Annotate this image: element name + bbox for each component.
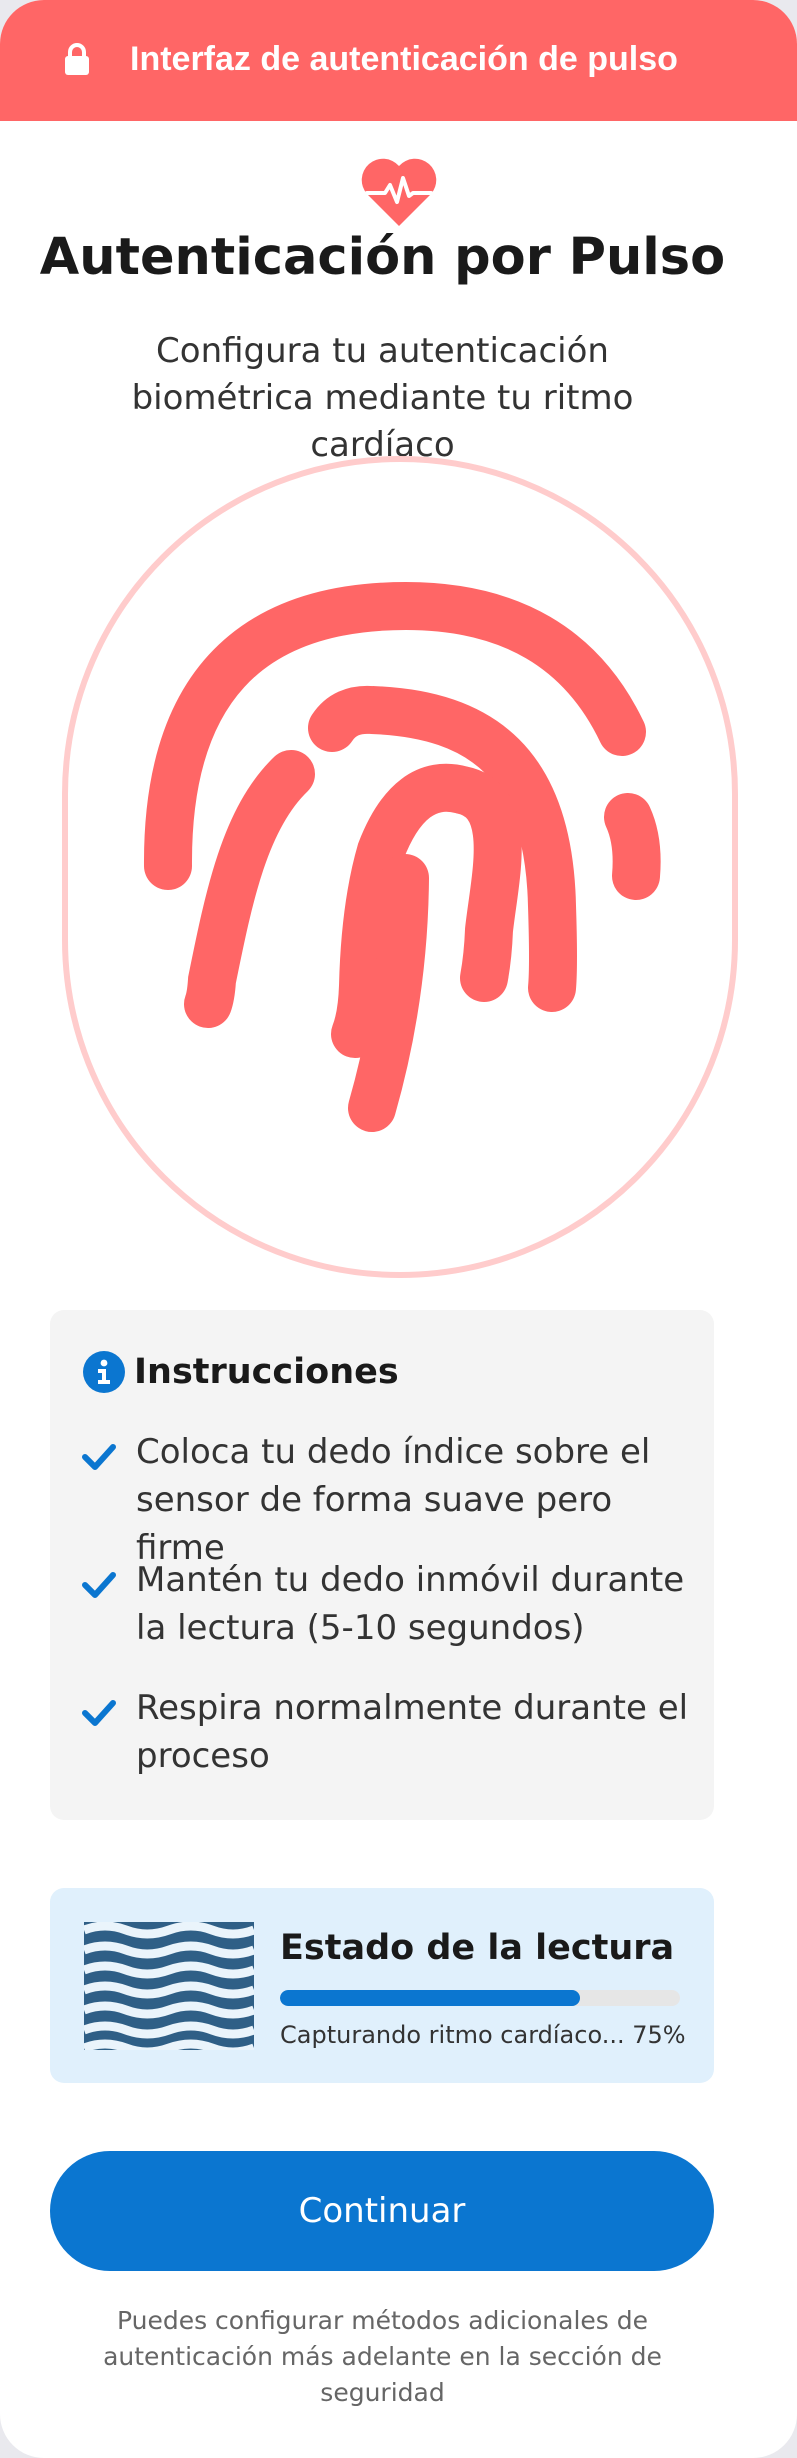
pulse-wave-thumbnail — [84, 1922, 254, 2050]
progress-caption: Capturando ritmo cardíaco... 75% — [280, 2021, 686, 2049]
instructions-card: Instrucciones Coloca tu dedo índice sobr… — [50, 1310, 714, 1820]
instruction-text: Mantén tu dedo inmóvil durante la lectur… — [136, 1560, 685, 1648]
info-icon — [83, 1351, 125, 1393]
app-screen: Interfaz de autenticación de pulso Auten… — [0, 0, 797, 2458]
page-title: Autenticación por Pulso — [39, 228, 726, 287]
header-bar: Interfaz de autenticación de pulso — [0, 0, 797, 121]
reading-status-card: Estado de la lectura Capturando ritmo ca… — [50, 1888, 714, 2083]
instruction-text: Respira normalmente durante el proceso — [136, 1688, 689, 1776]
progress-bar — [280, 1990, 680, 2006]
instructions-title: Instrucciones — [134, 1352, 399, 1392]
status-title: Estado de la lectura — [280, 1928, 675, 1968]
instruction-text: Coloca tu dedo índice sobre el sensor de… — [136, 1432, 651, 1568]
lock-icon — [65, 43, 89, 75]
fingerprint-icon — [143, 581, 661, 1132]
check-icon — [82, 1700, 116, 1726]
page-subtitle: Configura tu autenticación biométrica me… — [131, 331, 634, 465]
progress-fill — [280, 1990, 580, 2006]
footer-note: Puedes configurar métodos adicionales de… — [103, 2306, 662, 2407]
heart-pulse-icon — [361, 158, 437, 226]
header-title: Interfaz de autenticación de pulso — [130, 40, 678, 78]
continue-button[interactable]: Continuar — [50, 2151, 714, 2271]
check-icon — [82, 1444, 116, 1470]
check-icon — [82, 1572, 116, 1598]
